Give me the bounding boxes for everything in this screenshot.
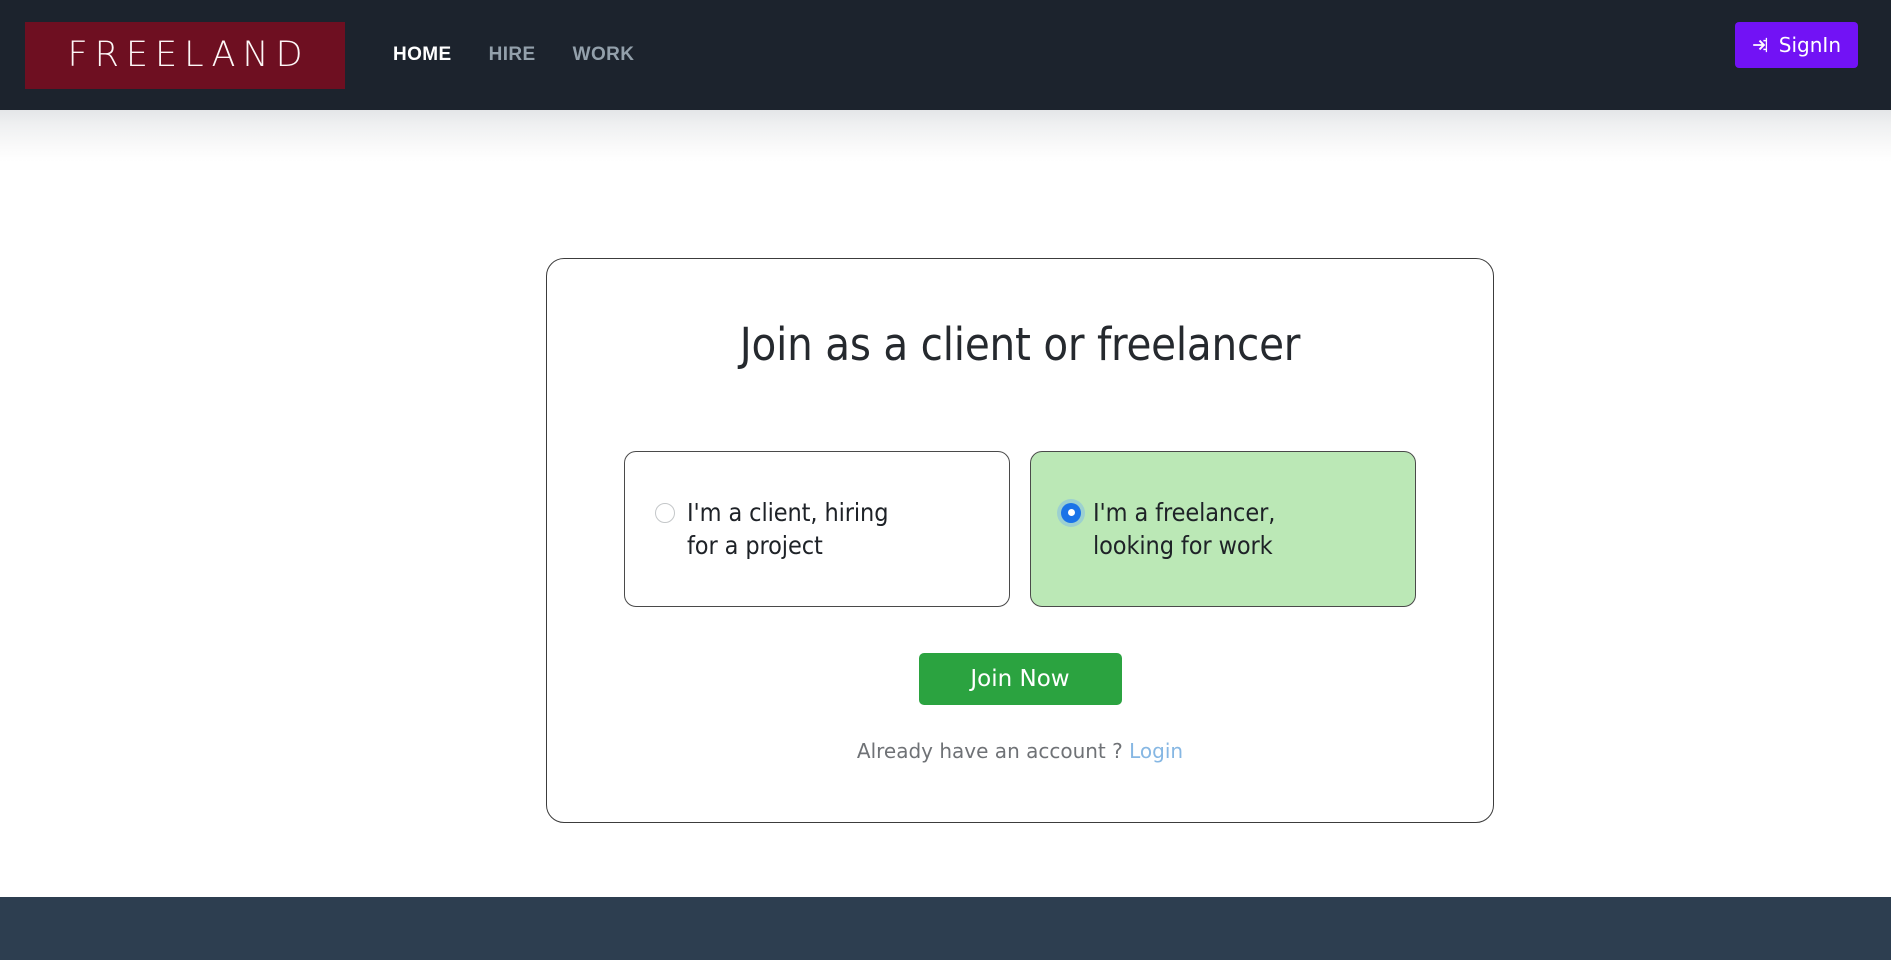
login-prompt: Already have an account ? Login (857, 739, 1183, 763)
option-card-client[interactable]: I'm a client, hiring for a project (624, 451, 1010, 608)
option-label-client: I'm a client, hiring for a project (687, 496, 888, 563)
logo[interactable]: FREELAND (25, 21, 345, 89)
radio-freelancer[interactable] (1061, 502, 1081, 523)
option-freelancer-line1: I'm a freelancer, (1093, 497, 1276, 527)
sign-in-arrow-icon (1750, 34, 1772, 56)
site-header: FREELAND HOME HIRE WORK SignIn (0, 0, 1891, 110)
login-link[interactable]: Login (1129, 739, 1183, 763)
login-prompt-text: Already have an account ? (856, 739, 1123, 764)
option-card-freelancer[interactable]: I'm a freelancer, looking for work (1030, 451, 1416, 608)
option-client-line2: for a project (687, 531, 823, 561)
page-title: Join as a client or freelancer (739, 318, 1301, 371)
primary-nav: HOME HIRE WORK (393, 44, 634, 66)
signin-label: SignIn (1778, 33, 1841, 57)
nav-item-home[interactable]: HOME (393, 44, 452, 66)
site-footer (0, 897, 1891, 960)
join-card: Join as a client or freelancer I'm a cli… (546, 258, 1494, 823)
role-options: I'm a client, hiring for a project I'm a… (624, 451, 1416, 608)
logo-text: FREELAND (67, 34, 310, 75)
signin-button[interactable]: SignIn (1734, 22, 1858, 68)
nav-item-work[interactable]: WORK (573, 44, 635, 66)
join-now-button[interactable]: Join Now (918, 653, 1122, 706)
main-content: Join as a client or freelancer I'm a cli… (0, 110, 1891, 897)
option-freelancer-line2: looking for work (1093, 531, 1273, 561)
option-label-freelancer: I'm a freelancer, looking for work (1093, 496, 1275, 563)
option-client-line1: I'm a client, hiring (687, 497, 889, 527)
nav-item-hire[interactable]: HIRE (489, 44, 536, 66)
radio-client[interactable] (655, 502, 675, 523)
